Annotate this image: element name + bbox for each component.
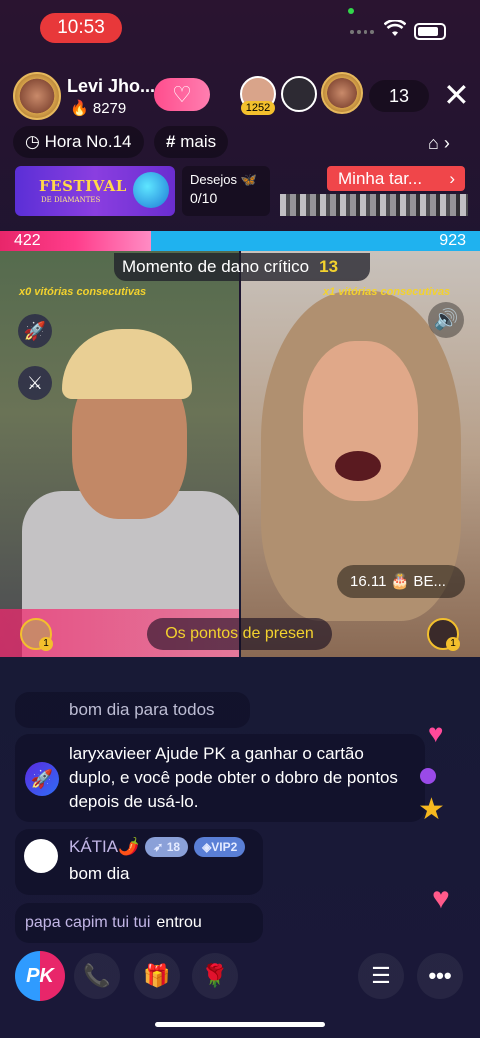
hora-label: Hora No.14	[44, 132, 132, 151]
festival-banner[interactable]: FESTIVAL DE DIAMANTES	[15, 166, 175, 216]
desejos-label: Desejos 🦋	[190, 172, 257, 187]
chat-join-message: papa capim tui tui entrou	[15, 903, 263, 943]
chat-user-avatar[interactable]	[24, 839, 58, 873]
festival-subtitle: DE DIAMANTES	[41, 196, 101, 204]
rocket-icon: 🚀	[25, 762, 59, 796]
wifi-icon	[383, 18, 407, 43]
butterfly-icon: 🦋	[240, 172, 257, 187]
heart-wings-icon: ♡	[172, 82, 192, 107]
globe-icon	[133, 172, 169, 208]
chat-system-message: laryxavieer Ajude PK a ganhar o cartão d…	[15, 734, 425, 822]
host-likes: 🔥 8279	[70, 99, 126, 117]
chevron-right-icon: ›	[449, 169, 455, 188]
viewer-avatar-2[interactable]	[281, 76, 317, 112]
call-icon[interactable]: 📞	[74, 953, 120, 999]
desejos-value: 0/10	[190, 190, 218, 206]
follow-heart-button[interactable]: ♡	[154, 78, 210, 111]
joined-username: papa capim tui tui	[25, 914, 151, 931]
chat-username-text: KÁTIA🌶️	[69, 837, 140, 856]
host-name[interactable]: Levi Jho...	[67, 76, 155, 97]
chat-message: bom dia para todos	[15, 692, 250, 728]
critical-damage-banner: Momento de dano crítico 13	[114, 253, 370, 281]
pk-left-score: 422	[14, 232, 41, 249]
vip-icon: ◈	[202, 840, 212, 854]
floating-star-icon: ★	[418, 793, 445, 826]
viewer-rank-badge: 1252	[241, 101, 275, 115]
pk-button[interactable]: PK	[15, 951, 65, 1001]
floating-heart-icon: ♥	[428, 718, 444, 748]
flame-icon: 🔥	[70, 100, 89, 117]
menu-icon[interactable]: ☰	[358, 953, 404, 999]
home-arrow-icon[interactable]: ⌂ ›	[428, 133, 450, 154]
joined-action: entrou	[156, 914, 202, 931]
chat-username[interactable]: KÁTIA🌶️ ➶ 18 ◈VIP2	[69, 837, 246, 857]
birthday-label[interactable]: 16.11 🎂 BE...	[337, 565, 465, 598]
left-gifter-badge: 1	[39, 637, 53, 651]
privacy-indicator	[348, 8, 354, 14]
battery-icon	[414, 23, 446, 40]
clock-icon: ◷	[25, 132, 40, 151]
more-icon[interactable]: •••	[417, 953, 463, 999]
likes-count: 8279	[92, 100, 127, 117]
viewer-count[interactable]: 13	[369, 80, 429, 112]
left-video[interactable]	[0, 251, 239, 657]
floating-heart-icon: ♥	[432, 882, 450, 915]
right-streak: x1 vitórias consecutivas	[323, 286, 451, 298]
pk-score-bar: 422 923	[0, 231, 480, 251]
mais-chip[interactable]: # mais	[154, 126, 229, 158]
right-gifter-badge: 1	[446, 637, 460, 651]
vip-badge: ◈VIP2	[194, 837, 246, 857]
desejos-panel[interactable]: Desejos 🦋 0/10	[182, 166, 270, 216]
home-indicator	[155, 1022, 325, 1027]
left-streak: x0 vitórias consecutivas	[19, 286, 147, 298]
viewer-avatar-3[interactable]	[321, 72, 363, 114]
pk-right-score: 923	[439, 232, 466, 249]
rose-gift-icon[interactable]: 🌹	[192, 953, 238, 999]
host-avatar[interactable]	[13, 72, 61, 120]
gift-points-banner[interactable]: Os pontos de presen	[147, 618, 332, 650]
swords-icon[interactable]: ⚔	[18, 366, 52, 400]
rocket-icon[interactable]: 🚀	[18, 314, 52, 348]
level-arrow-icon: ➶	[153, 840, 164, 854]
level-badge: ➶ 18	[145, 837, 189, 857]
status-time: 10:53	[40, 13, 122, 43]
hashtag-icon: #	[166, 132, 176, 151]
close-icon[interactable]: ✕	[443, 79, 470, 111]
cellular-signal-icon	[350, 30, 374, 36]
pixelated-banner	[280, 194, 468, 216]
chat-message-text: bom dia	[69, 864, 130, 883]
minha-tarefa-button[interactable]: Minha tar... ›	[327, 166, 465, 191]
floating-balloon-icon	[420, 768, 436, 784]
hora-chip[interactable]: ◷ Hora No.14	[13, 126, 144, 158]
critical-count: 13	[319, 257, 339, 276]
mais-label: mais	[180, 132, 217, 151]
festival-title: FESTIVAL	[39, 177, 127, 195]
speaker-icon[interactable]: 🔊	[428, 302, 464, 338]
gift-icon[interactable]: 🎁	[134, 953, 180, 999]
